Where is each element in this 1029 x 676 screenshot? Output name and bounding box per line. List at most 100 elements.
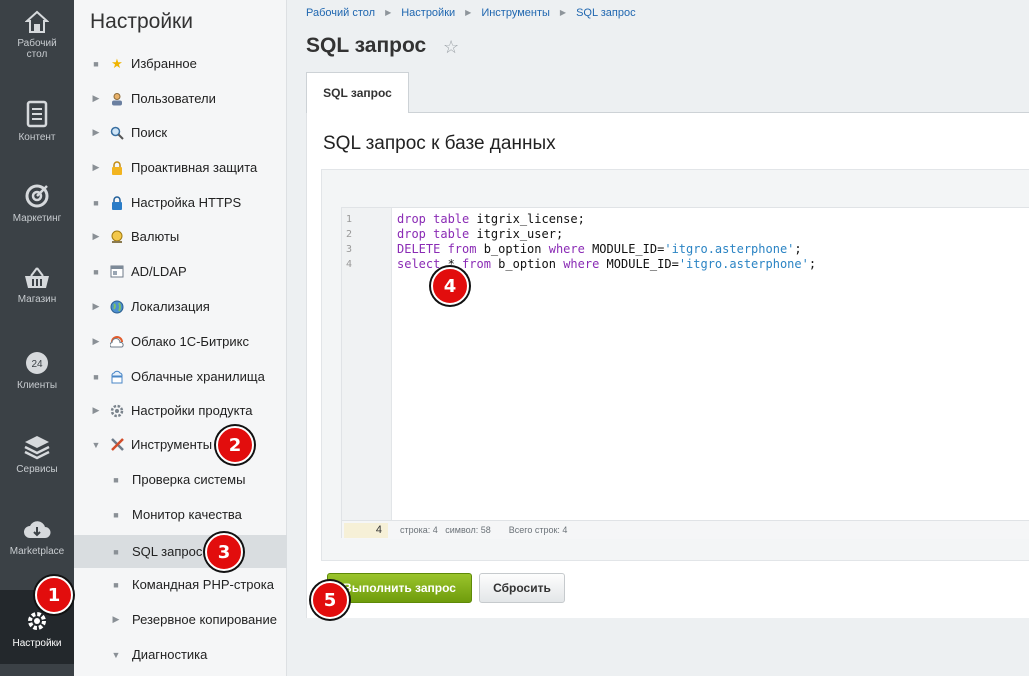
menu-item-label: Монитор качества: [132, 507, 242, 522]
menu-item-php-console[interactable]: ■ Командная PHP-строка: [74, 568, 287, 601]
menu-item-label: Проверка системы: [132, 472, 246, 487]
clock-24-icon: 24: [26, 352, 48, 374]
menu-item-label: Избранное: [131, 56, 197, 71]
line-numbers: 1 2 3 4: [342, 208, 392, 520]
bullet-icon: ■: [113, 509, 119, 520]
bullet-icon: ■: [113, 546, 119, 557]
menu-item-label: Резервное копирование: [132, 612, 277, 627]
breadcrumb-separator-icon: ▶: [465, 8, 472, 17]
main-content: Рабочий стол ▶ Настройки ▶ Инструменты ▶…: [287, 0, 1029, 676]
menu-item-favorites[interactable]: ■ ★ Избранное: [74, 47, 287, 80]
menu-title: Настройки: [90, 10, 193, 33]
page-title: SQL запрос: [306, 34, 427, 57]
marker-3: 3: [205, 533, 243, 571]
expand-arrow-icon: ▶: [92, 301, 100, 311]
sql-editor[interactable]: 1 2 3 4 drop table itgrix_license; drop t…: [341, 207, 1029, 539]
settings-icon: [108, 403, 126, 419]
tab-sql-query[interactable]: SQL запрос: [306, 72, 409, 113]
menu-item-label: Командная PHP-строка: [132, 577, 274, 592]
menu-item-label: Облако 1С-Битрикс: [131, 334, 249, 349]
menu-item-cloud-storage[interactable]: ■ Облачные хранилища: [74, 360, 287, 393]
svg-text:24: 24: [31, 359, 43, 370]
menu-item-diagnostics[interactable]: ▼ Диагностика: [74, 638, 287, 671]
breadcrumb-link[interactable]: SQL запрос: [576, 7, 636, 19]
menu-item-tools[interactable]: ▼ Инструменты: [74, 428, 287, 461]
breadcrumb: Рабочий стол ▶ Настройки ▶ Инструменты ▶…: [306, 7, 636, 19]
expand-arrow-icon: ▶: [112, 614, 120, 624]
expand-arrow-icon: ▶: [92, 231, 100, 241]
breadcrumb-separator-icon: ▶: [385, 8, 392, 17]
breadcrumb-link[interactable]: Настройки: [401, 7, 455, 19]
menu-item-https[interactable]: ■ Настройка HTTPS: [74, 186, 287, 219]
collapse-arrow-icon: ▼: [111, 649, 121, 660]
expand-arrow-icon: ▶: [92, 93, 100, 103]
menu-item-users[interactable]: ▶ Пользователи: [74, 82, 287, 115]
bullet-icon: ■: [93, 266, 99, 277]
breadcrumb-link[interactable]: Инструменты: [481, 7, 550, 19]
magnifier-icon: [108, 125, 126, 141]
currency-icon: [108, 229, 126, 245]
bullet-icon: ■: [93, 371, 99, 382]
nav-desktop[interactable]: Рабочий стол: [0, 10, 74, 80]
cloud-storage-icon: [108, 369, 126, 385]
marker-4: 4: [431, 267, 469, 305]
menu-item-backup[interactable]: ▶ Резервное копирование: [74, 603, 287, 636]
expand-arrow-icon: ▶: [92, 162, 100, 172]
sql-code[interactable]: drop table itgrix_license; drop table itg…: [397, 212, 816, 272]
menu-item-label: Валюты: [131, 229, 180, 244]
nav-clients[interactable]: 24 Клиенты: [0, 350, 74, 410]
menu-item-label: Проактивная защита: [131, 160, 258, 175]
nav-marketplace[interactable]: Marketplace: [0, 518, 74, 578]
code-line: DELETE from b_option where MODULE_ID='it…: [397, 242, 802, 256]
nav-content-label: Контент: [18, 132, 56, 143]
menu-item-label: Пользователи: [131, 91, 216, 106]
nav-marketing-label: Маркетинг: [12, 213, 62, 224]
marker-1: 1: [35, 576, 73, 614]
tools-icon: [108, 437, 126, 453]
status-total-lines: Всего строк: 4: [508, 525, 568, 535]
line-number: 4: [346, 259, 353, 270]
menu-item-label: AD/LDAP: [131, 264, 187, 279]
menu-item-quality-monitor[interactable]: ■ Монитор качества: [74, 498, 287, 531]
bullet-icon: ■: [93, 58, 99, 69]
editor-status-bar: 4 строка: 4 символ: 58 Всего строк: 4: [342, 520, 1029, 539]
marker-5: 5: [311, 581, 349, 619]
bullet-icon: ■: [113, 579, 119, 590]
menu-item-label: Настройки продукта: [131, 403, 253, 418]
tab-strip: SQL запрос: [306, 72, 1029, 113]
marker-2: 2: [216, 426, 254, 464]
https-lock-icon: [108, 195, 126, 211]
status-line-number: 4: [344, 522, 388, 538]
line-number: 1: [346, 214, 353, 225]
basket-icon: [25, 267, 49, 288]
menu-item-label: Диагностика: [132, 647, 208, 662]
menu-item-bitrix-cloud[interactable]: ▶ Облако 1С-Битрикс: [74, 325, 287, 358]
nav-marketplace-label: Marketplace: [9, 546, 65, 557]
menu-item-sql-query[interactable]: ■ SQL запрос: [74, 535, 287, 568]
menu-item-localization[interactable]: ▶ Локализация: [74, 290, 287, 323]
cloud-bitrix-icon: [108, 334, 126, 350]
reset-button[interactable]: Сбросить: [479, 573, 565, 603]
menu-item-label: Облачные хранилища: [131, 369, 265, 384]
status-cursor-position: строка: 4 символ: 58: [400, 525, 491, 535]
nav-content[interactable]: Контент: [0, 100, 74, 160]
menu-item-system-check[interactable]: ■ Проверка системы: [74, 463, 287, 496]
menu-item-proactive[interactable]: ▶ Проактивная защита: [74, 151, 287, 184]
line-number: 3: [346, 244, 353, 255]
menu-item-currencies[interactable]: ▶ Валюты: [74, 220, 287, 253]
menu-item-product-settings[interactable]: ▶ Настройки продукта: [74, 394, 287, 427]
breadcrumb-separator-icon: ▶: [559, 8, 567, 17]
breadcrumb-link[interactable]: Рабочий стол: [306, 7, 375, 19]
collapse-arrow-icon: ▼: [91, 439, 101, 450]
menu-item-search[interactable]: ▶ Поиск: [74, 116, 287, 149]
menu-item-label: Настройка HTTPS: [131, 195, 242, 210]
favorite-star-icon[interactable]: ☆: [443, 37, 459, 58]
target-icon: [25, 184, 49, 208]
layers-icon: [24, 436, 50, 460]
nav-marketing[interactable]: Маркетинг: [0, 183, 74, 243]
menu-item-ldap[interactable]: ■ AD/LDAP: [74, 255, 287, 288]
nav-shop[interactable]: Магазин: [0, 266, 74, 326]
nav-services[interactable]: Сервисы: [0, 434, 74, 494]
nav-services-label: Сервисы: [16, 464, 58, 475]
left-navigation-bar: Рабочий стол Контент Маркетинг Магазин 2…: [0, 0, 74, 676]
